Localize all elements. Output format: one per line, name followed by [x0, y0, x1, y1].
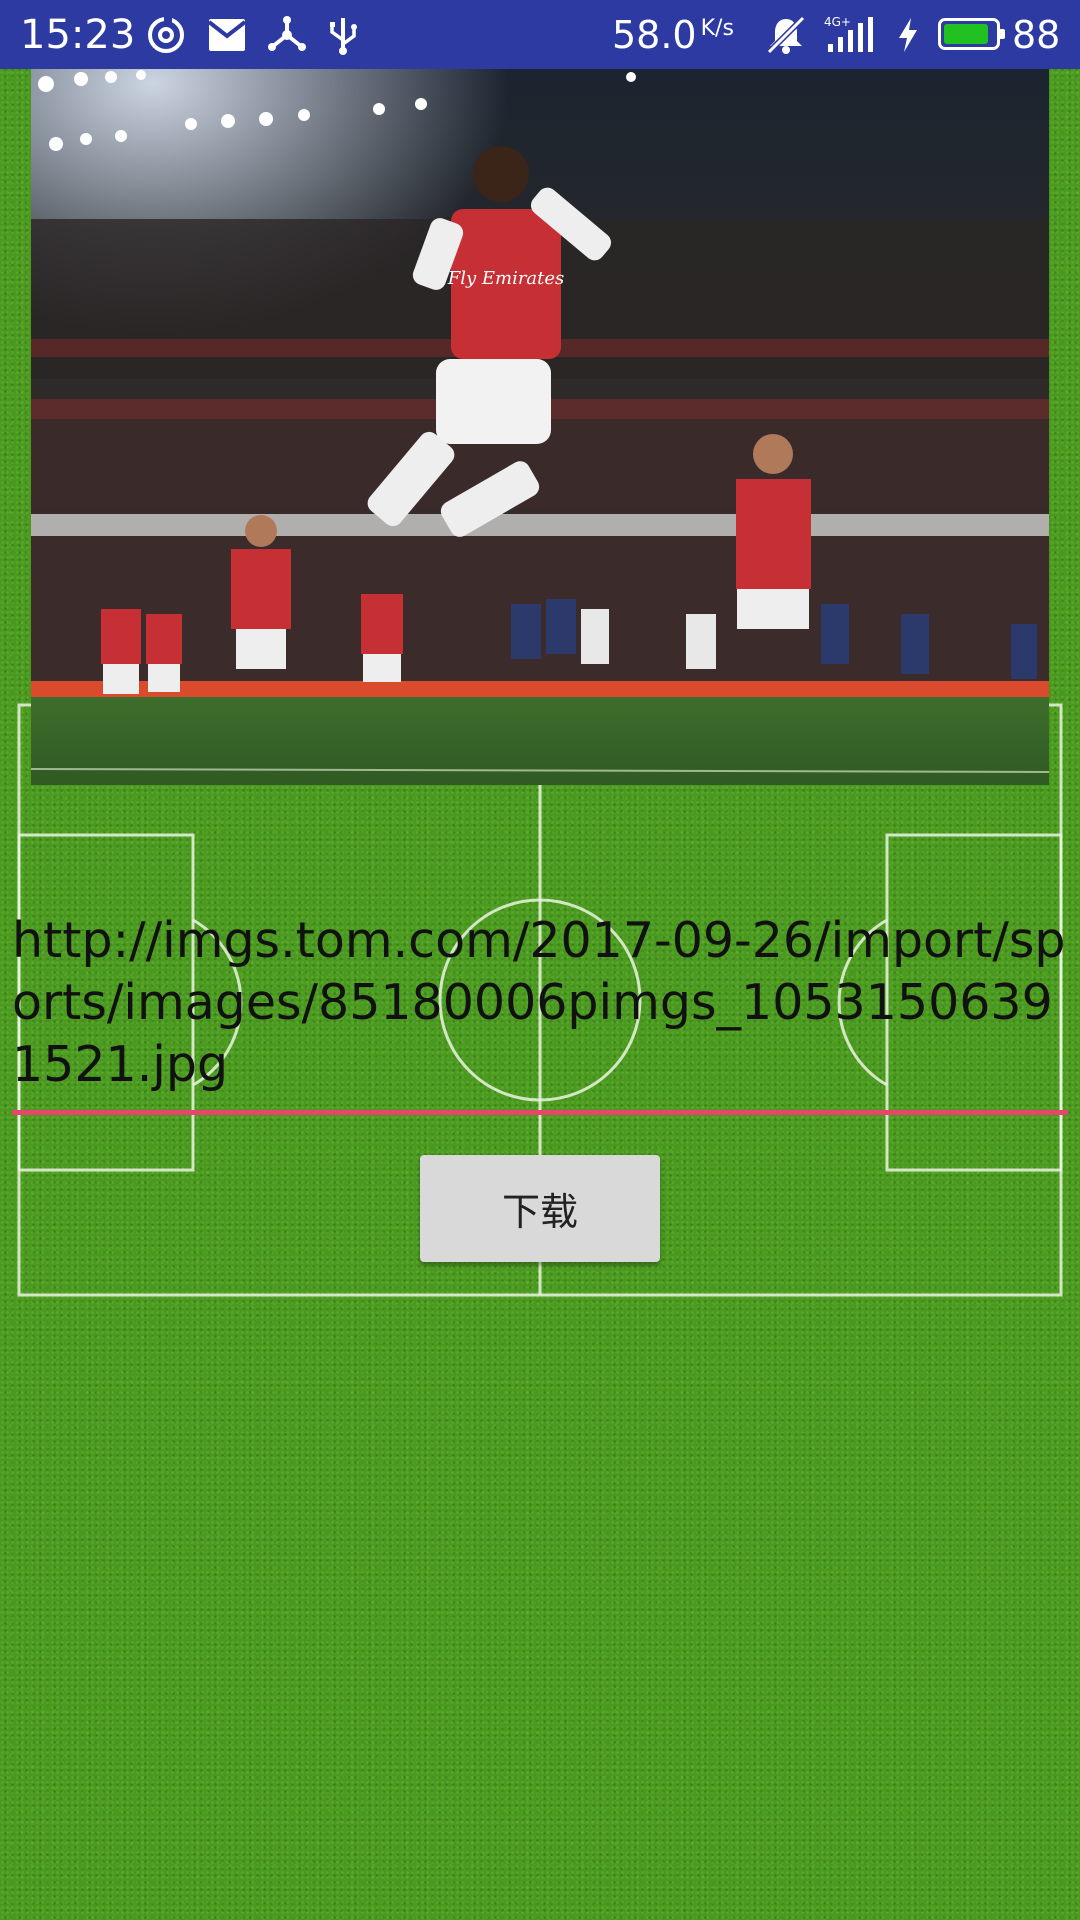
signal-icon: 4G+ [824, 15, 873, 52]
battery-level [944, 24, 988, 44]
url-input[interactable]: http://imgs.tom.com/2017-09-26/import/sp… [12, 910, 1068, 1096]
network-type-label: 4G+ [824, 15, 851, 29]
battery-icon [938, 18, 1005, 50]
battery-percent: 88 [1012, 12, 1061, 57]
network-speed-value: 58.0 [612, 12, 697, 57]
share-icon [268, 16, 306, 51]
mute-icon [766, 15, 806, 55]
status-time: 15:23 [20, 11, 136, 58]
network-speed-unit: K/s [700, 16, 734, 41]
jersey-text: Fly Emirates [447, 268, 565, 289]
status-bar: 15:23 58.0 K/s 4G+ 88 [0, 0, 1080, 69]
charging-icon [899, 18, 917, 52]
football-celebration-photo: Fly Emirates [31, 69, 1049, 785]
hotspot-sync-icon [148, 17, 184, 53]
url-input-underline [12, 1110, 1068, 1115]
network-speed: 58.0 K/s [612, 0, 734, 69]
usb-icon [330, 18, 357, 55]
mail-icon [207, 19, 247, 51]
download-button[interactable]: 下载 [420, 1155, 660, 1262]
